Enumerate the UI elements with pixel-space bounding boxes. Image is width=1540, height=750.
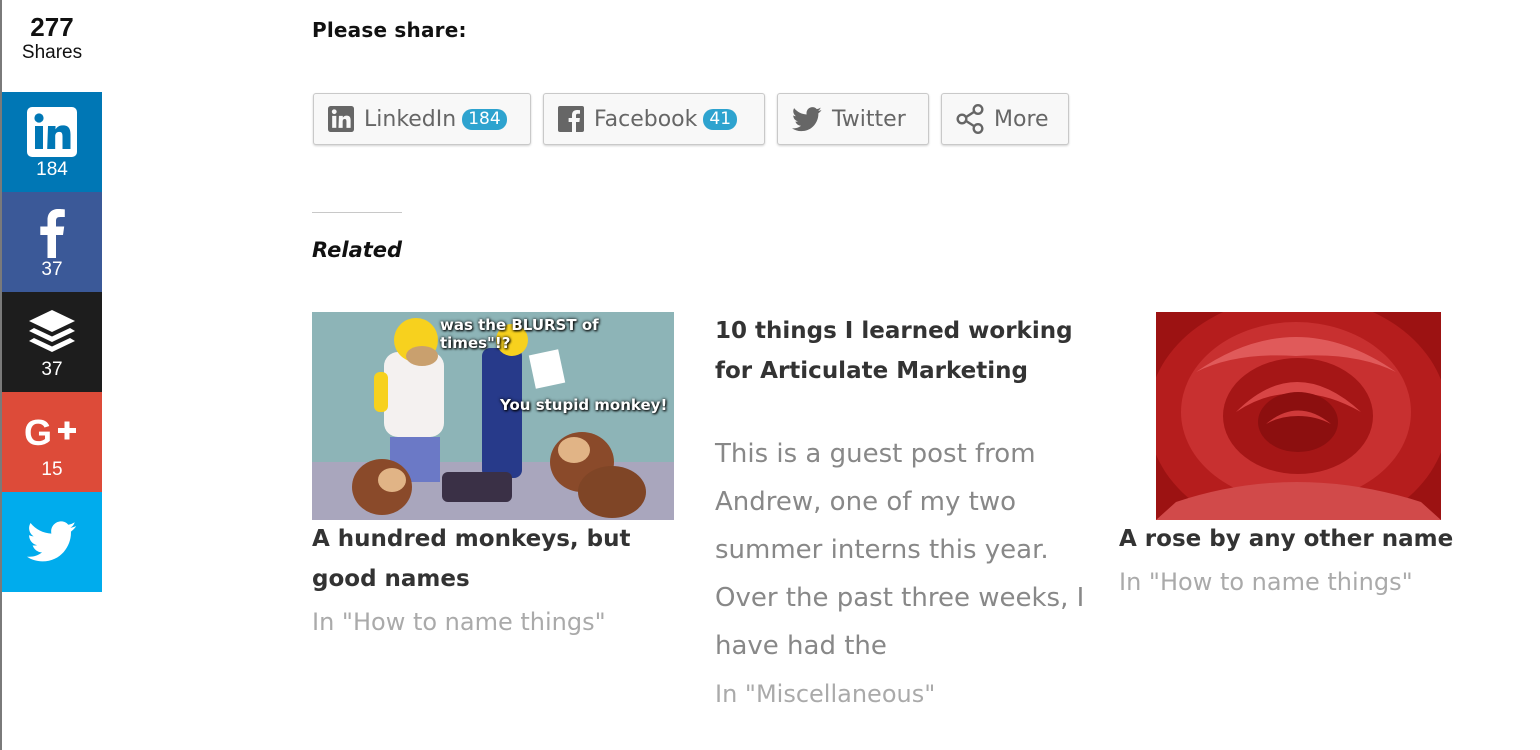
related-post-1-context: In "How to name things" (312, 608, 606, 636)
share-more-label: More (994, 106, 1049, 132)
sidebar-share-twitter[interactable] (2, 492, 102, 592)
sidebar-share-google-plus[interactable]: G 15 (2, 392, 102, 492)
related-post-3-context: In "How to name things" (1119, 568, 1413, 596)
google-plus-icon: G (2, 406, 102, 458)
sidebar-google-plus-count: 15 (41, 459, 63, 480)
related-post-3-image[interactable] (1156, 312, 1441, 520)
share-twitter-label: Twitter (832, 106, 906, 132)
sidebar-share-buffer[interactable]: 37 (2, 292, 102, 392)
svg-text:G: G (24, 412, 52, 452)
related-post-3-title[interactable]: A rose by any other name (1119, 519, 1519, 559)
share-facebook-label: Facebook (594, 106, 698, 132)
related-post-2-context: In "Miscellaneous" (715, 680, 936, 708)
related-post-2-title[interactable]: 10 things I learned working for Articula… (715, 311, 1095, 391)
share-heading: Please share: (312, 18, 467, 42)
image-caption-bottom: You stupid monkey! (500, 396, 668, 414)
facebook-icon (558, 106, 584, 132)
share-linkedin-count-badge: 184 (462, 108, 507, 130)
sidebar-facebook-count: 37 (41, 259, 63, 280)
related-post-2-excerpt: This is a guest post from Andrew, one of… (715, 439, 1085, 661)
related-heading: Related (312, 238, 403, 262)
sidebar-share-linkedin[interactable]: 184 (2, 92, 102, 192)
image-caption-top: was the BLURST of times"!? (440, 316, 599, 352)
share-total-label: Shares (21, 42, 83, 63)
share-facebook-count-badge: 41 (703, 108, 738, 130)
share-linkedin-label: LinkedIn (364, 106, 457, 132)
share-total-count: 277 (30, 12, 74, 42)
buffer-icon (2, 306, 102, 358)
share-total: 277 Shares (2, 12, 102, 64)
share-icon (956, 104, 984, 134)
share-linkedin-button[interactable]: LinkedIn 184 (313, 93, 531, 145)
red-rose-image (1156, 312, 1441, 520)
share-more-button[interactable]: More (941, 93, 1069, 145)
linkedin-icon (328, 106, 354, 132)
related-post-1-image[interactable]: was the BLURST of times"!? You stupid mo… (312, 312, 674, 520)
linkedin-icon (2, 106, 102, 158)
sidebar-share-facebook[interactable]: 37 (2, 192, 102, 292)
facebook-icon (2, 206, 102, 258)
share-facebook-button[interactable]: Facebook 41 (543, 93, 765, 145)
twitter-icon (2, 516, 102, 568)
share-twitter-button[interactable]: Twitter (777, 93, 929, 145)
sidebar-linkedin-count: 184 (36, 159, 68, 180)
divider (312, 212, 402, 213)
twitter-icon (792, 106, 822, 132)
related-post-1-title[interactable]: A hundred monkeys, but good names (312, 519, 692, 599)
sidebar-buffer-count: 37 (41, 359, 63, 380)
